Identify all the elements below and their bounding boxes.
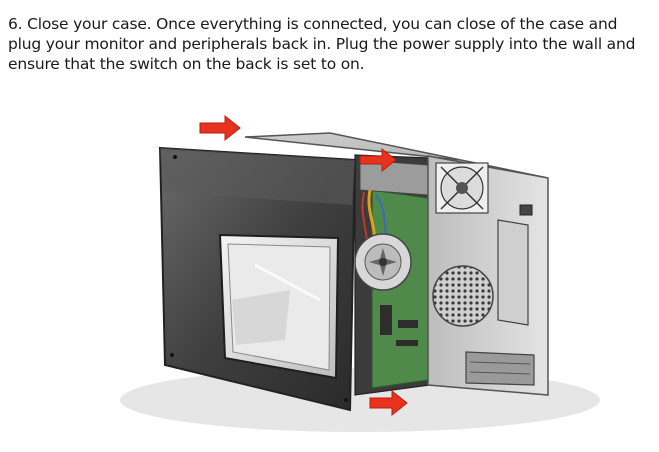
power-switch <box>519 204 533 216</box>
screw <box>173 155 177 159</box>
side-panel <box>158 146 357 412</box>
expansion-slot <box>497 219 529 326</box>
power-supply-unit <box>359 159 429 196</box>
computer-case-illustration <box>120 114 600 432</box>
bottom-vent <box>465 351 535 386</box>
step-instruction-text: 6. Close your case. Once everything is c… <box>8 15 636 73</box>
psu-grill <box>432 265 494 327</box>
screw <box>344 398 348 402</box>
screw <box>170 353 174 357</box>
arrow-top-left <box>199 114 241 142</box>
